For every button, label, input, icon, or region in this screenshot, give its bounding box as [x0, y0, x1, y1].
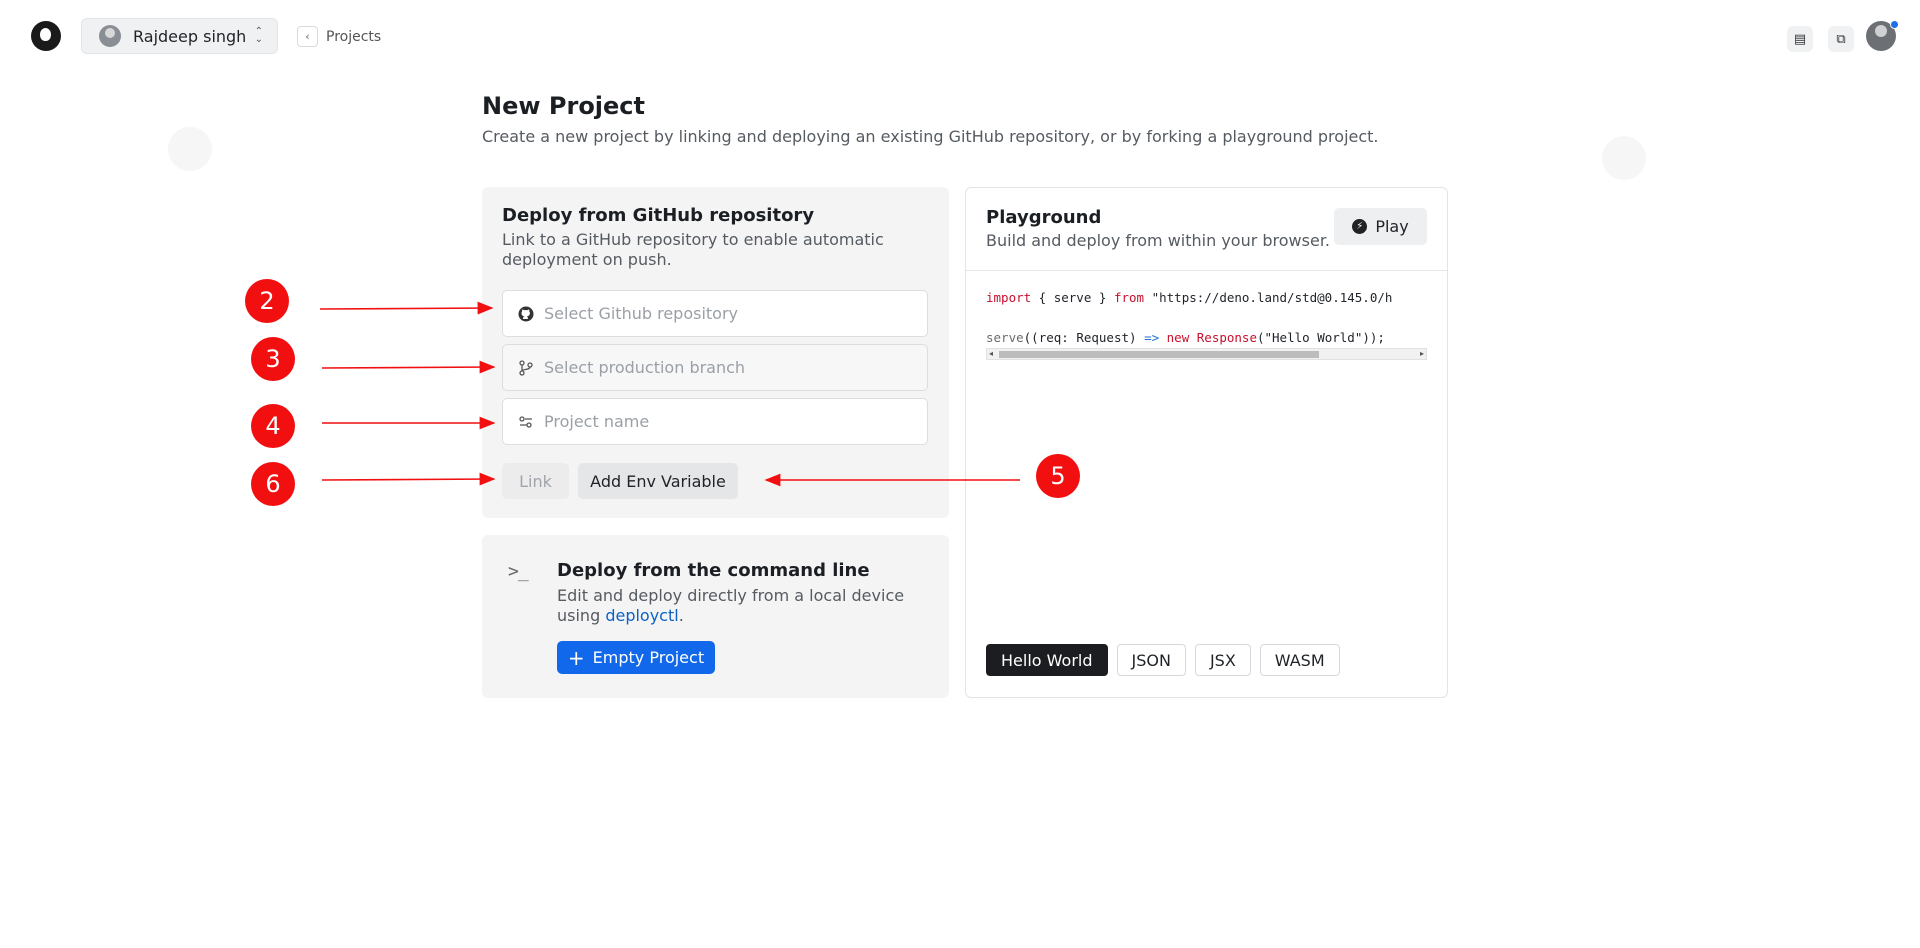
divider [966, 270, 1447, 271]
annotation-marker-6: 6 [251, 462, 295, 506]
empty-project-label: Empty Project [592, 648, 705, 667]
chevron-left-icon[interactable]: ‹ [297, 26, 318, 47]
tab-json[interactable]: JSON [1116, 644, 1186, 676]
bolt-icon: ⚡ [1352, 219, 1368, 234]
code-text: ((req: Request) [1023, 330, 1145, 345]
tab-wasm[interactable]: WASM [1259, 644, 1340, 676]
tab-jsx[interactable]: JSX [1194, 644, 1251, 676]
template-tabs: Hello World JSON JSX WASM [986, 644, 1340, 676]
git-branch-icon [518, 359, 534, 376]
arrow-3 [321, 360, 496, 374]
code-operator: => [1144, 330, 1160, 345]
scroll-left-icon[interactable]: ◂ [989, 349, 993, 359]
user-avatar[interactable] [1866, 20, 1899, 51]
play-label: Play [1375, 217, 1409, 236]
scrollbar-thumb[interactable] [999, 351, 1319, 358]
playground-title: Playground [986, 207, 1102, 228]
cli-card-title: Deploy from the command line [557, 560, 870, 581]
project-settings-icon [518, 415, 534, 429]
code-keyword: new [1166, 330, 1190, 345]
notification-dot [1890, 20, 1899, 29]
org-switcher[interactable]: Rajdeep singh ⌃ ⌄ [81, 18, 278, 54]
code-text: ("Hello World")); [1256, 330, 1385, 345]
playground-card: Playground Build and deploy from within … [965, 187, 1448, 698]
code-text: { serve } [1031, 290, 1114, 305]
code-keyword: from [1113, 290, 1145, 305]
docs-icon[interactable]: ▤ [1787, 26, 1813, 52]
annotation-marker-2: 2 [245, 279, 289, 323]
github-card-description: Link to a GitHub repository to enable au… [502, 230, 884, 269]
code-string: "https://deno.land/std@0.145.0/h [1144, 290, 1393, 305]
terminal-icon: >_ [508, 561, 529, 582]
code-horizontal-scrollbar[interactable]: ◂ ▸ [986, 348, 1427, 360]
decorative-circle [1602, 136, 1646, 180]
top-bar: Rajdeep singh ⌃ ⌄ ‹ Projects ▤ ⧉ [0, 0, 1920, 72]
breadcrumb-projects[interactable]: Projects [326, 29, 381, 45]
arrow-2 [319, 301, 494, 315]
repo-select-input[interactable] [544, 304, 914, 323]
deno-logo-icon[interactable] [31, 21, 61, 51]
github-icon [518, 306, 534, 322]
repo-select[interactable] [502, 290, 928, 337]
chevron-up-down-icon: ⌃ ⌄ [254, 26, 263, 45]
empty-project-button[interactable]: + Empty Project [557, 641, 715, 674]
project-name-input[interactable] [544, 412, 914, 431]
project-name-field[interactable] [502, 398, 928, 445]
arrow-6 [321, 472, 496, 486]
branch-select-input[interactable] [544, 358, 914, 377]
annotation-marker-5: 5 [1036, 454, 1080, 498]
breadcrumb[interactable]: ‹ Projects [297, 26, 381, 47]
org-name: Rajdeep singh [133, 26, 247, 46]
add-env-variable-button[interactable]: Add Env Variable [578, 463, 738, 499]
feedback-icon[interactable]: ⧉ [1828, 26, 1854, 52]
github-card-title: Deploy from GitHub repository [502, 205, 815, 226]
page-title: New Project [482, 92, 646, 120]
cli-deploy-card: >_ Deploy from the command line Edit and… [482, 535, 949, 698]
code-class: Response [1196, 330, 1257, 345]
code-keyword: import [986, 290, 1032, 305]
play-button[interactable]: ⚡ Play [1334, 208, 1427, 245]
tab-hello-world[interactable]: Hello World [986, 644, 1108, 676]
deployctl-link[interactable]: deployctl [605, 606, 678, 625]
page-subtitle: Create a new project by linking and depl… [482, 127, 1379, 146]
code-editor[interactable]: import { serve } from "https://deno.land… [986, 288, 1426, 348]
cli-card-description: Edit and deploy directly from a local de… [557, 586, 937, 626]
link-button[interactable]: Link [502, 463, 569, 499]
plus-icon: + [567, 645, 585, 670]
code-function: serve [986, 330, 1024, 345]
cli-description-suffix: . [678, 606, 684, 625]
decorative-circle [168, 127, 212, 171]
scroll-right-icon[interactable]: ▸ [1420, 349, 1424, 359]
annotation-marker-3: 3 [251, 337, 295, 381]
branch-select[interactable] [502, 344, 928, 391]
org-avatar [99, 25, 121, 47]
github-deploy-card: Deploy from GitHub repository Link to a … [482, 187, 949, 518]
playground-description: Build and deploy from within your browse… [986, 231, 1331, 250]
annotation-marker-4: 4 [251, 404, 295, 448]
